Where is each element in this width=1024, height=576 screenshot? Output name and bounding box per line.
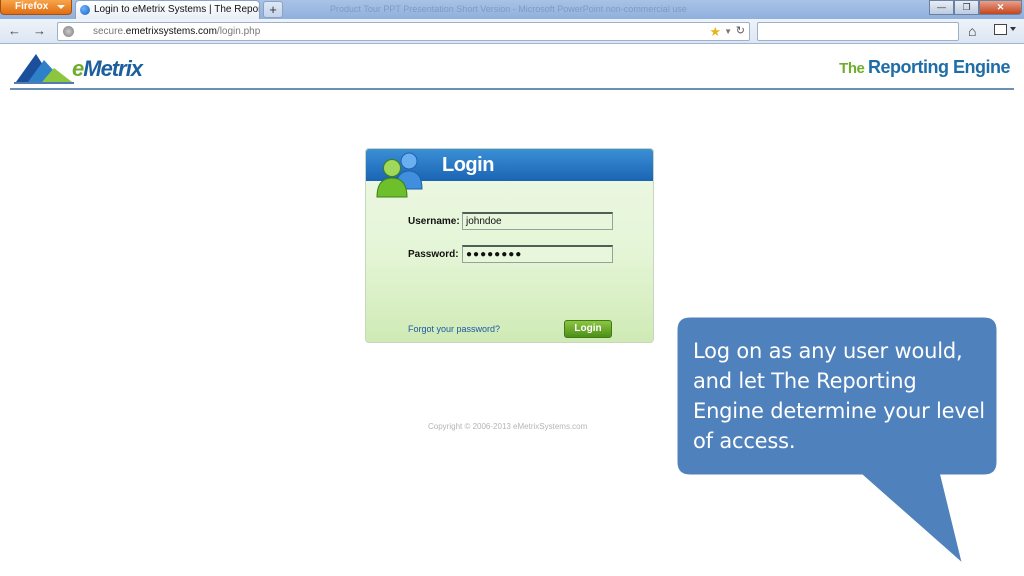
forward-button[interactable]: →: [33, 24, 46, 38]
bookmark-star-icon[interactable]: ★: [709, 23, 721, 40]
callout-text: Log on as any user would, and let The Re…: [693, 339, 985, 453]
url-prefix: secure.: [93, 26, 126, 37]
password-field[interactable]: ●●●●●●●●: [462, 245, 613, 263]
url-domain: emetrixsystems.com: [125, 26, 217, 37]
close-window-button[interactable]: ✕: [979, 0, 1022, 15]
username-label: Username:: [408, 216, 460, 227]
minimize-button[interactable]: —: [929, 0, 954, 15]
firefox-menu-label: Firefox: [15, 1, 49, 12]
home-icon[interactable]: ⌂: [968, 23, 976, 39]
login-button[interactable]: Login: [564, 320, 612, 338]
password-label: Password:: [408, 249, 459, 260]
site-identity-globe-icon[interactable]: [63, 26, 74, 37]
navigation-toolbar: ← → secure.emetrixsystems.com/login.php …: [0, 19, 1024, 44]
bookmarks-icon[interactable]: [994, 24, 1007, 35]
search-input[interactable]: [757, 22, 959, 41]
address-bar[interactable]: secure.emetrixsystems.com/login.php ★ ▼ …: [57, 22, 750, 41]
history-dropdown-icon[interactable]: ▼: [724, 23, 732, 40]
emetrix-logo-prefix: e: [72, 56, 84, 81]
firefox-menu-button[interactable]: Firefox: [0, 0, 72, 15]
url-path: /login.php: [216, 26, 261, 37]
new-tab-button[interactable]: +: [263, 1, 283, 18]
forgot-password-link[interactable]: Forgot your password?: [408, 324, 500, 334]
restore-button[interactable]: ❐: [954, 0, 979, 15]
chevron-down-icon: [57, 5, 65, 9]
reporting-logo-prefix: The: [839, 60, 868, 77]
site-favicon-icon: [80, 5, 90, 15]
reload-icon[interactable]: ↻: [736, 23, 745, 40]
tab-title: Login to eMetrix Systems | The Reportin.…: [94, 4, 260, 15]
reporting-engine-logo: The Reporting Engine: [839, 57, 1010, 78]
window-controls: — ❐ ✕: [929, 0, 1022, 15]
login-panel: Login Username: johndoe Password: ●●●●●●…: [365, 148, 654, 343]
reporting-logo-name: Reporting Engine: [868, 57, 1011, 77]
emetrix-logo-name: Metrix: [83, 56, 143, 81]
username-field[interactable]: johndoe: [462, 212, 613, 230]
window-title: Product Tour PPT Presentation Short Vers…: [330, 4, 687, 14]
bookmarks-dropdown-icon[interactable]: [1010, 27, 1016, 31]
copyright-text: Copyright © 2006-2013 eMetrixSystems.com: [428, 422, 588, 431]
header-divider: [10, 88, 1014, 90]
browser-title-bar: Firefox Login to eMetrix Systems | The R…: [0, 0, 1024, 19]
login-title: Login: [442, 154, 494, 176]
emetrix-logo-text: eMetrix: [72, 56, 143, 82]
users-icon: [376, 152, 423, 198]
browser-tab-active[interactable]: Login to eMetrix Systems | The Reportin.…: [75, 0, 260, 19]
back-button[interactable]: ←: [8, 24, 21, 38]
